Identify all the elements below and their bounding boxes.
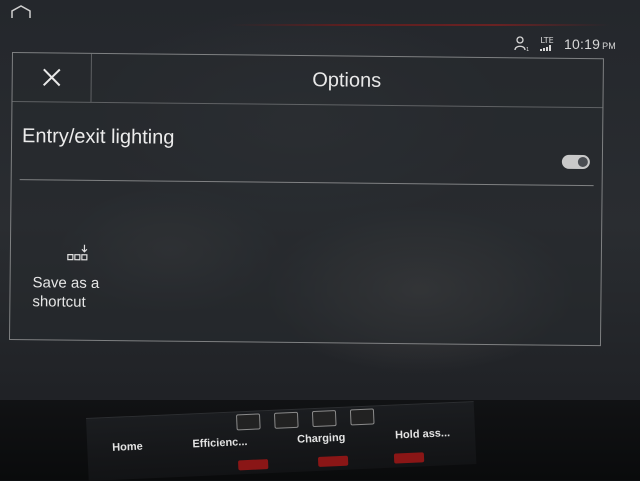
infotainment-screen: 1 LTE 10:19 PM Options Entry/exit lighti… [0,0,640,410]
status-bar: 1 LTE 10:19 PM [514,36,616,53]
close-icon [42,68,61,87]
person-icon: 1 [514,36,530,53]
indicator-light [393,452,425,464]
lte-label: LTE [540,36,554,45]
tab-hold-assist[interactable]: Hold ass... [395,427,451,441]
save-shortcut-label: Save as a shortcut [32,274,100,311]
dialog-header: Options [12,53,603,109]
toggle-knob [577,156,588,168]
home-icon[interactable] [10,4,32,18]
clock-ampm: PM [602,41,616,51]
screen-top-accent [230,24,610,26]
battery-icon[interactable] [273,411,299,429]
indicator-light [237,459,269,471]
settings-icon[interactable] [349,408,375,426]
vehicle-icon[interactable] [311,410,337,428]
tab-home[interactable]: Home [112,441,143,454]
option-row-entry-exit-lighting[interactable]: Entry/exit lighting [19,117,595,187]
entry-exit-lighting-toggle[interactable] [561,154,590,170]
save-as-shortcut-button[interactable]: Save as a shortcut [32,243,143,311]
tab-charging[interactable]: Charging [297,432,346,446]
close-button[interactable] [12,53,92,102]
clock-time: 10:19 [564,36,601,52]
clock: 10:19 PM [564,36,616,52]
lower-tabs: Home Efficienc... Charging Hold ass... [87,426,475,455]
lower-icon-row [235,408,375,431]
lte-signal-icon: LTE [540,37,554,51]
indicator-light [317,455,349,467]
option-label: Entry/exit lighting [22,125,175,149]
dialog-title: Options [312,69,382,92]
svg-text:1: 1 [526,47,529,52]
options-dialog: Options Entry/exit lighting Save as a sh… [8,52,604,347]
tab-efficiency[interactable]: Efficienc... [192,436,248,450]
save-shortcut-icon [67,244,88,261]
climate-icon[interactable] [235,413,261,431]
